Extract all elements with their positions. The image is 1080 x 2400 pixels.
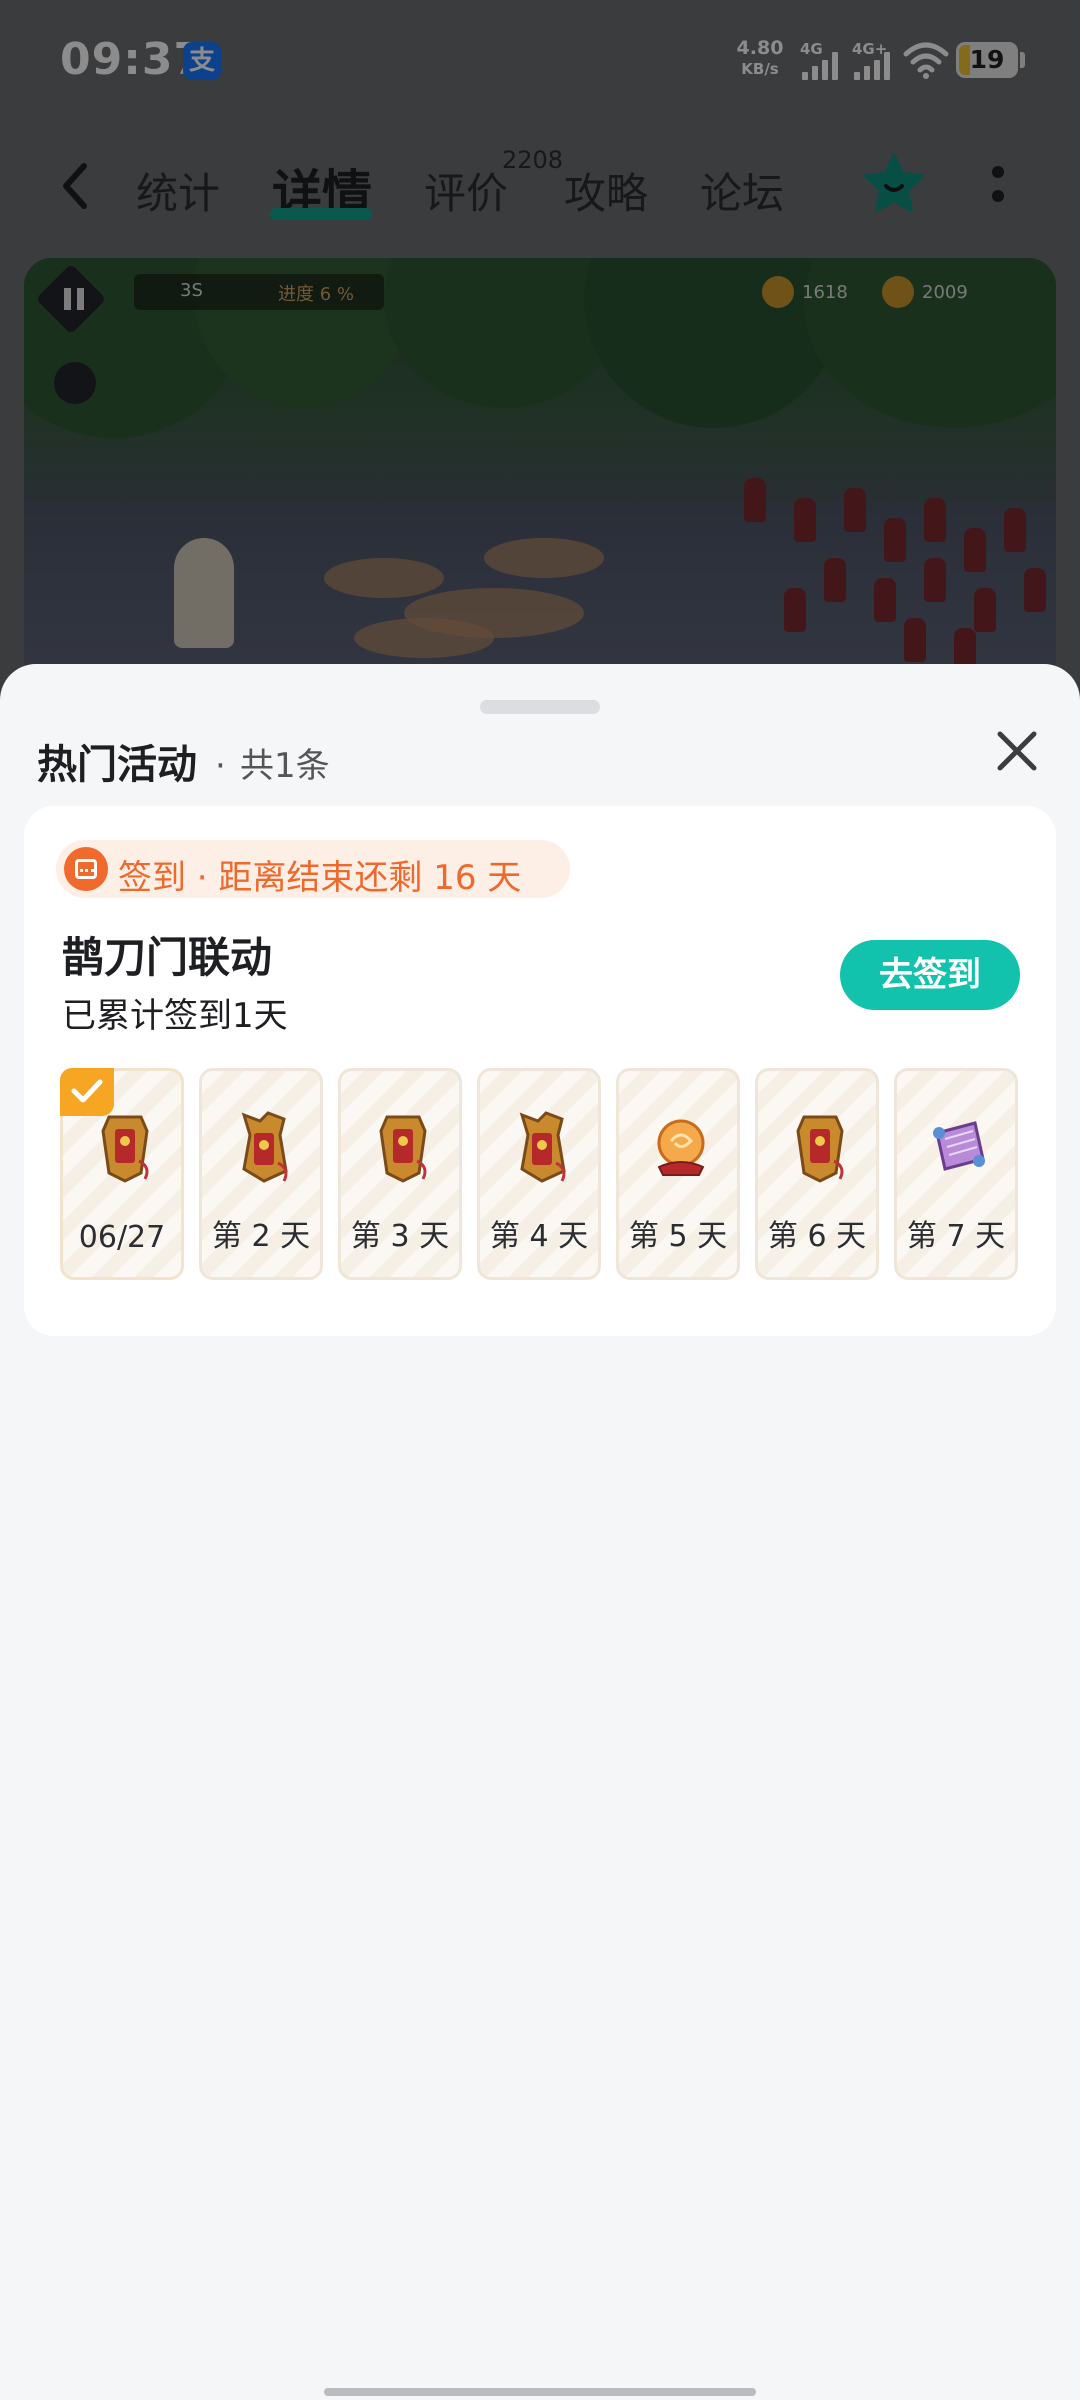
hot-activities-sheet: 热门活动 · 共1条 签到 · 距离结束还剩 16 天 鹊刀门联动 已累计签到1… bbox=[0, 664, 1080, 2400]
reward-day-label: 第 5 天 bbox=[628, 1219, 728, 1254]
orb-icon bbox=[657, 1119, 705, 1176]
check-icon bbox=[71, 1079, 103, 1103]
token-icon bbox=[241, 1111, 288, 1183]
calendar-icon bbox=[64, 847, 108, 891]
reward-day-7[interactable]: 第 7 天 bbox=[894, 1068, 1018, 1280]
token-icon bbox=[796, 1115, 844, 1183]
signin-countdown-tag: 签到 · 距离结束还剩 16 天 bbox=[56, 840, 570, 898]
reward-day-6[interactable]: 第 6 天 bbox=[755, 1068, 879, 1280]
signin-progress-text: 已累计签到1天 bbox=[62, 996, 288, 1036]
reward-day-1[interactable]: 06/27 bbox=[60, 1068, 184, 1280]
reward-day-label: 第 4 天 bbox=[489, 1219, 589, 1254]
activity-count: 共1条 bbox=[240, 746, 330, 786]
reward-day-3[interactable]: 第 3 天 bbox=[338, 1068, 462, 1280]
signin-reward-list: 06/27 第 2 天 第 3 天 第 4 天 第 5 天 第 6 天 第 7 … bbox=[60, 1068, 1020, 1280]
token-icon bbox=[101, 1115, 149, 1183]
modal-scrim[interactable] bbox=[0, 0, 1080, 700]
reward-day-4[interactable]: 第 4 天 bbox=[477, 1068, 601, 1280]
scroll-icon bbox=[933, 1121, 985, 1171]
sheet-drag-handle[interactable] bbox=[480, 700, 600, 714]
reward-day-2[interactable]: 第 2 天 bbox=[199, 1068, 323, 1280]
token-icon bbox=[379, 1115, 427, 1183]
home-indicator[interactable] bbox=[324, 2388, 756, 2396]
reward-day-label: 第 7 天 bbox=[906, 1219, 1006, 1254]
reward-day-label: 第 3 天 bbox=[350, 1219, 450, 1254]
close-icon[interactable] bbox=[994, 728, 1040, 774]
activity-card: 签到 · 距离结束还剩 16 天 鹊刀门联动 已累计签到1天 去签到 06/27 bbox=[24, 806, 1056, 1336]
signin-countdown-text: 签到 · 距离结束还剩 16 天 bbox=[118, 858, 522, 898]
sheet-title-separator: · bbox=[215, 746, 226, 786]
activity-title: 鹊刀门联动 bbox=[62, 933, 273, 982]
sheet-title: 热门活动 bbox=[37, 742, 197, 788]
reward-day-label: 第 6 天 bbox=[767, 1219, 867, 1254]
checked-badge bbox=[60, 1068, 114, 1116]
reward-day-label: 06/27 bbox=[78, 1220, 166, 1255]
reward-day-5[interactable]: 第 5 天 bbox=[616, 1068, 740, 1280]
reward-day-label: 第 2 天 bbox=[211, 1219, 311, 1254]
signin-button[interactable]: 去签到 bbox=[840, 940, 1020, 1010]
token-icon bbox=[519, 1111, 566, 1183]
